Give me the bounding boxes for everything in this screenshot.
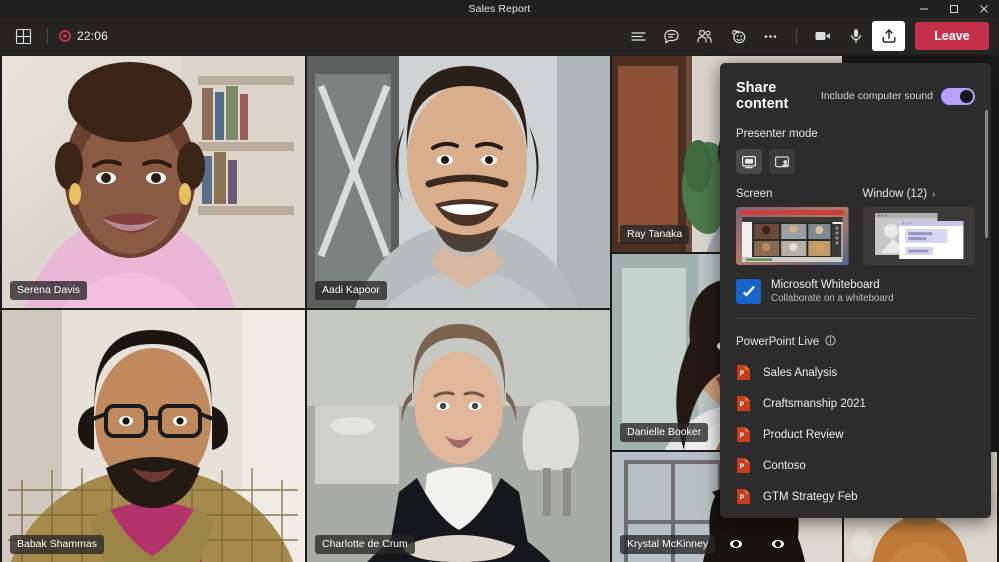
file-name: Contoso	[763, 459, 806, 472]
powerpoint-live-header: PowerPoint Live	[720, 319, 991, 351]
participant-video	[2, 56, 305, 308]
svg-text:P: P	[740, 402, 745, 409]
screen-label: Screen	[736, 188, 773, 200]
window-controls	[909, 0, 999, 17]
video-tile-serena-davis[interactable]: Serena Davis	[2, 56, 305, 308]
people-icon[interactable]	[688, 21, 721, 51]
share-sources-row: Screen Window (12) ›	[720, 174, 991, 265]
share-screen-column: Screen	[736, 188, 849, 265]
participant-video	[307, 310, 610, 562]
list-item[interactable]: P Craftsmanship 2021	[728, 388, 983, 419]
svg-text:P: P	[740, 371, 745, 378]
participant-name-badge: Ray Tanaka	[620, 225, 690, 244]
file-name: GTM Strategy Feb	[763, 490, 858, 503]
list-item[interactable]: P Contoso	[728, 450, 983, 481]
share-panel-scrollbar[interactable]	[985, 110, 988, 238]
presenter-mode-content-only-button[interactable]	[736, 149, 762, 174]
microsoft-whiteboard-item[interactable]: Microsoft Whiteboard Collaborate on a wh…	[720, 265, 991, 304]
meeting-timer: 22:06	[77, 29, 109, 43]
record-icon	[59, 30, 71, 42]
info-circle-icon[interactable]	[825, 333, 836, 351]
whiteboard-subtitle: Collaborate on a whiteboard	[771, 293, 894, 304]
file-name: Sales Analysis	[763, 366, 838, 379]
window-label: Window (12)	[862, 188, 928, 200]
powerpoint-file-icon: P	[736, 395, 751, 412]
toolbar-divider	[47, 28, 48, 44]
share-content-panel: Share content Include computer sound Pre…	[720, 63, 991, 518]
list-item[interactable]: P Sales Analysis	[728, 357, 983, 388]
participant-video	[307, 56, 610, 308]
ellipsis-icon[interactable]	[754, 21, 787, 51]
video-tile-babak-shammas[interactable]: Babak Shammas	[2, 310, 305, 562]
list-lines-icon[interactable]	[622, 21, 655, 51]
toolbar-right-group: Leave	[622, 21, 999, 58]
microphone-icon[interactable]	[839, 21, 872, 51]
title-bar: Sales Report	[0, 0, 999, 17]
presenter-mode-label: Presenter mode	[736, 128, 818, 140]
teams-meeting-window: Sales Report 22:06 Leave Serena Davis Aa…	[0, 0, 999, 562]
window-preview-image	[862, 207, 975, 265]
video-camera-icon[interactable]	[806, 21, 839, 51]
chat-bubble-icon[interactable]	[655, 21, 688, 51]
screen-header: Screen	[736, 188, 849, 200]
participant-name-badge: Serena Davis	[10, 281, 88, 300]
participant-name-badge: Krystal McKinney	[620, 535, 716, 554]
window-header[interactable]: Window (12) ›	[863, 188, 976, 200]
include-computer-sound-label: Include computer sound	[820, 90, 933, 102]
powerpoint-live-title: PowerPoint Live	[736, 336, 820, 348]
list-item[interactable]: P Product Review	[728, 419, 983, 450]
toolbar-divider-2	[796, 27, 797, 45]
participant-name-badge: Charlotte de Crum	[315, 535, 415, 554]
participant-video	[2, 310, 305, 562]
include-computer-sound-control[interactable]: Include computer sound	[820, 87, 975, 105]
recording-indicator: 22:06	[59, 29, 108, 43]
svg-text:P: P	[740, 433, 745, 440]
presenter-mode-options	[720, 140, 991, 174]
close-button[interactable]	[969, 0, 999, 17]
window-thumbnail[interactable]	[862, 207, 975, 265]
reactions-emoji-icon[interactable]	[721, 21, 754, 51]
file-name: Product Review	[763, 428, 844, 441]
powerpoint-file-icon: P	[736, 426, 751, 443]
chevron-right-icon[interactable]: ›	[932, 189, 935, 200]
file-name: Craftsmanship 2021	[763, 397, 866, 410]
participant-name-badge: Aadi Kapoor	[315, 281, 387, 300]
screen-preview-image	[736, 207, 849, 265]
share-window-column: Window (12) ›	[862, 188, 976, 265]
whiteboard-text: Microsoft Whiteboard Collaborate on a wh…	[771, 279, 894, 304]
participant-name-badge: Danielle Booker	[620, 423, 709, 442]
leave-button[interactable]: Leave	[915, 22, 989, 50]
presenter-mode-standout-button[interactable]	[769, 149, 795, 174]
maximize-button[interactable]	[939, 0, 969, 17]
share-panel-header: Share content Include computer sound	[720, 63, 991, 112]
list-item[interactable]: P GTM Strategy Feb	[728, 481, 983, 512]
svg-text:P: P	[740, 464, 745, 471]
participant-name-badge: Babak Shammas	[10, 535, 104, 554]
share-tray-arrow-up-icon[interactable]	[872, 21, 905, 58]
video-tile-aadi-kapoor[interactable]: Aadi Kapoor	[307, 56, 610, 308]
screen-thumbnail[interactable]	[736, 207, 849, 265]
svg-text:P: P	[740, 495, 745, 502]
whiteboard-title: Microsoft Whiteboard	[771, 279, 880, 291]
meeting-toolbar: 22:06 Leave	[0, 17, 999, 58]
include-computer-sound-toggle[interactable]	[941, 87, 975, 105]
toggle-knob	[960, 89, 973, 103]
list-item[interactable]: P All Hands Presentation	[728, 512, 983, 518]
minimize-button[interactable]	[909, 0, 939, 17]
toolbar-left-group: 22:06	[0, 23, 108, 49]
window-title: Sales Report	[468, 2, 531, 15]
share-panel-title: Share content	[736, 80, 789, 112]
powerpoint-file-icon: P	[736, 457, 751, 474]
powerpoint-file-icon: P	[736, 488, 751, 505]
whiteboard-icon	[736, 279, 761, 304]
powerpoint-file-list: P Sales Analysis P Craftsmanship 2021 P …	[720, 351, 991, 518]
video-tile-charlotte-de-crum[interactable]: Charlotte de Crum	[307, 310, 610, 562]
powerpoint-file-icon: P	[736, 364, 751, 381]
grid-icon[interactable]	[10, 23, 36, 49]
